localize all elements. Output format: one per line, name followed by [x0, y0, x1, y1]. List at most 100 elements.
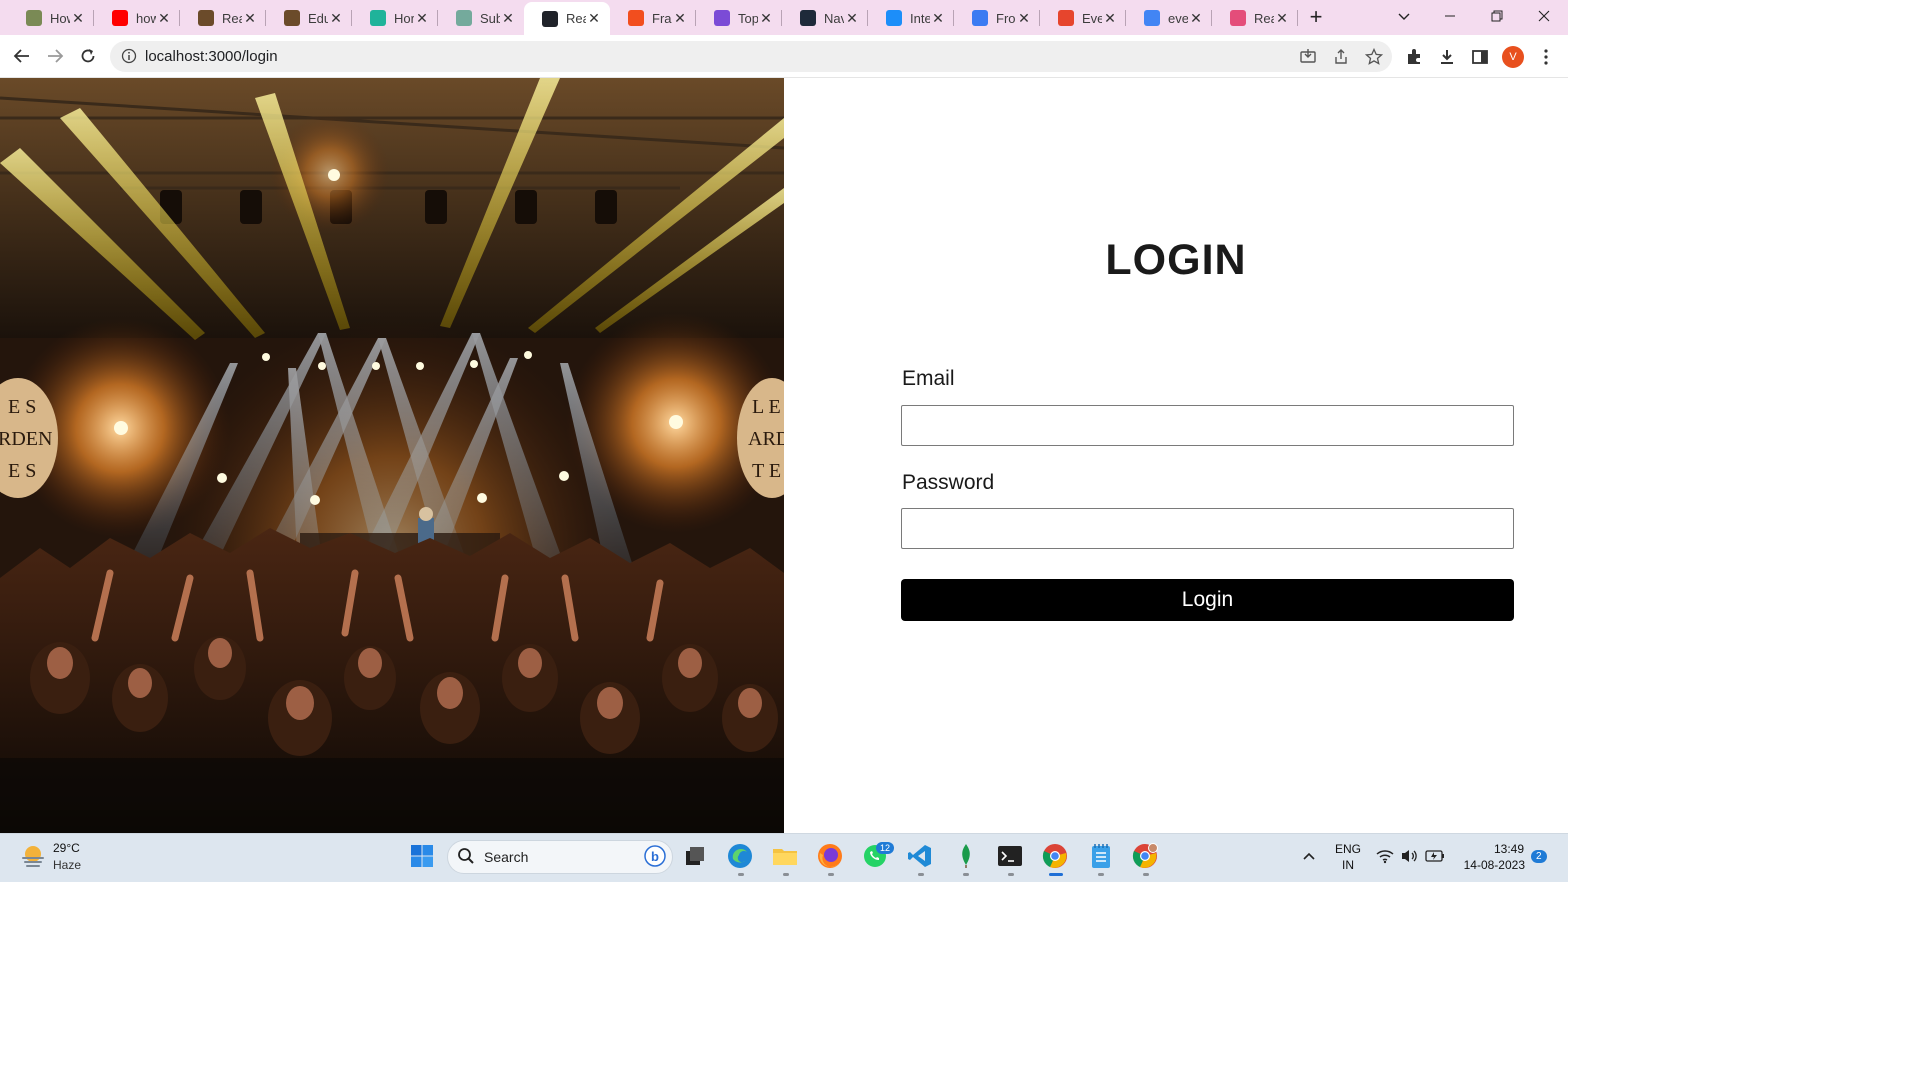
login-button[interactable]: Login	[901, 579, 1514, 621]
chrome-menu-icon[interactable]	[1534, 45, 1558, 69]
url-text[interactable]: localhost:3000/login	[145, 48, 278, 65]
edge-icon[interactable]	[726, 842, 754, 870]
install-app-icon[interactable]	[1297, 46, 1319, 68]
windows-start-icon[interactable]	[408, 842, 436, 870]
back-icon[interactable]	[8, 42, 36, 70]
close-tab-icon[interactable]: ✕	[500, 10, 516, 27]
browser-tab[interactable]: Sub ✕	[438, 4, 524, 32]
close-tab-icon[interactable]: ✕	[1274, 10, 1290, 27]
close-window-icon[interactable]	[1521, 0, 1567, 32]
docs-icon	[972, 10, 988, 26]
show-hidden-icons-chevron-icon[interactable]	[1295, 842, 1323, 870]
tab-title: Rea	[1254, 10, 1274, 26]
login-title: LOGIN	[1105, 236, 1247, 284]
password-label: Password	[902, 471, 995, 494]
concert-hero-image: E S RDEN E S L E ARD T E	[0, 78, 784, 833]
triangle-icon	[714, 10, 730, 26]
close-tab-icon[interactable]: ✕	[1188, 10, 1204, 27]
bing-chat-icon[interactable]: b	[641, 842, 669, 870]
chrome-icon[interactable]	[1041, 842, 1069, 870]
close-tab-icon[interactable]: ✕	[328, 10, 344, 27]
clock-time[interactable]: 13:49	[1480, 842, 1524, 856]
browser-tab[interactable]: Fron✕	[954, 4, 1040, 32]
password-field[interactable]	[901, 508, 1514, 549]
tab-search-icon[interactable]	[1381, 0, 1427, 32]
close-tab-icon[interactable]: ✕	[242, 10, 258, 27]
google-icon	[1144, 10, 1160, 26]
tab-separator	[1297, 10, 1298, 26]
hero-sign-right-line1: L E	[752, 396, 781, 418]
firefox-running-indicator	[828, 873, 834, 876]
wifi-icon[interactable]	[1373, 842, 1397, 870]
close-tab-icon[interactable]: ✕	[1102, 10, 1118, 27]
browser-tab[interactable]: Inte ✕	[868, 4, 954, 32]
email-field[interactable]	[901, 405, 1514, 446]
restore-icon[interactable]	[1474, 0, 1520, 32]
close-tab-icon[interactable]: ✕	[844, 10, 860, 27]
openai-icon	[456, 10, 472, 26]
close-tab-icon[interactable]: ✕	[70, 10, 86, 27]
browser-tab[interactable]: Rea✕	[1212, 4, 1298, 32]
browser-tab[interactable]: Top ✕	[696, 4, 782, 32]
address-bar[interactable]	[110, 41, 1392, 72]
language-indicator-line1[interactable]: ENG	[1330, 842, 1366, 856]
notification-count-badge[interactable]: 2	[1531, 850, 1547, 863]
forward-icon[interactable]	[41, 42, 69, 70]
close-tab-icon[interactable]: ✕	[672, 10, 688, 27]
browser-tab[interactable]: Rea✕	[524, 2, 610, 35]
browser-tab[interactable]: Rea✕	[180, 4, 266, 32]
close-tab-icon[interactable]: ✕	[1016, 10, 1032, 27]
browser-tab[interactable]: Hor ✕	[352, 4, 438, 32]
chrome-profile-icon[interactable]	[1131, 842, 1159, 870]
weather-haze-icon[interactable]	[20, 843, 46, 869]
close-tab-icon[interactable]: ✕	[156, 10, 172, 27]
browser-tab[interactable]: how ✕	[94, 4, 180, 32]
terminal-icon[interactable]	[996, 842, 1024, 870]
site-info-icon[interactable]	[121, 48, 137, 64]
battery-charging-icon[interactable]	[1423, 842, 1447, 870]
browser-tab[interactable]: Edu ✕	[266, 4, 352, 32]
close-tab-icon[interactable]: ✕	[414, 10, 430, 27]
language-indicator-line2[interactable]: IN	[1330, 858, 1366, 872]
browser-tab[interactable]: Fran✕	[610, 4, 696, 32]
profile-avatar[interactable]: V	[1502, 46, 1524, 68]
close-tab-icon[interactable]: ✕	[930, 10, 946, 27]
infinity-icon	[26, 10, 42, 26]
extensions-icon[interactable]	[1402, 45, 1426, 69]
search-icon	[453, 842, 479, 870]
mongodb-icon[interactable]	[952, 842, 980, 870]
new-tab-button[interactable]: +	[1303, 4, 1329, 30]
tab-title: how	[136, 10, 156, 26]
task-view-icon[interactable]	[681, 842, 709, 870]
chrome-active-indicator	[1049, 873, 1063, 876]
weather-temperature[interactable]: 29°C	[53, 841, 80, 855]
close-tab-icon[interactable]: ✕	[758, 10, 774, 27]
close-tab-icon[interactable]: ✕	[586, 10, 602, 27]
book-icon	[284, 10, 300, 26]
clock-date[interactable]: 14-08-2023	[1455, 858, 1525, 872]
downloads-icon[interactable]	[1435, 45, 1459, 69]
hero-sign-right-line2: ARD	[748, 428, 784, 450]
is-icon	[886, 10, 902, 26]
vscode-icon[interactable]	[906, 842, 934, 870]
file-explorer-icon[interactable]	[771, 842, 799, 870]
tab-title: Even	[1082, 10, 1102, 26]
taskbar-search-label[interactable]: Search	[484, 849, 528, 865]
firefox-icon[interactable]	[816, 842, 844, 870]
side-panel-icon[interactable]	[1468, 45, 1492, 69]
browser-tab[interactable]: Even✕	[1040, 4, 1126, 32]
browser-tab[interactable]: How✕	[8, 4, 94, 32]
whatsapp-badge: 12	[876, 842, 895, 854]
volume-icon[interactable]	[1398, 842, 1422, 870]
reload-icon[interactable]	[74, 42, 102, 70]
taskbar-search-box[interactable]	[447, 840, 673, 874]
share-icon[interactable]	[1330, 46, 1352, 68]
browser-tab[interactable]: Nav ✕	[782, 4, 868, 32]
tab-title: Hor	[394, 10, 414, 26]
notepad-icon[interactable]	[1087, 842, 1115, 870]
weather-condition[interactable]: Haze	[53, 858, 81, 872]
browser-tab[interactable]: eve ✕	[1126, 4, 1212, 32]
check-circle-icon	[370, 10, 386, 26]
minimize-icon[interactable]	[1427, 0, 1473, 32]
bookmark-star-icon[interactable]	[1363, 46, 1385, 68]
